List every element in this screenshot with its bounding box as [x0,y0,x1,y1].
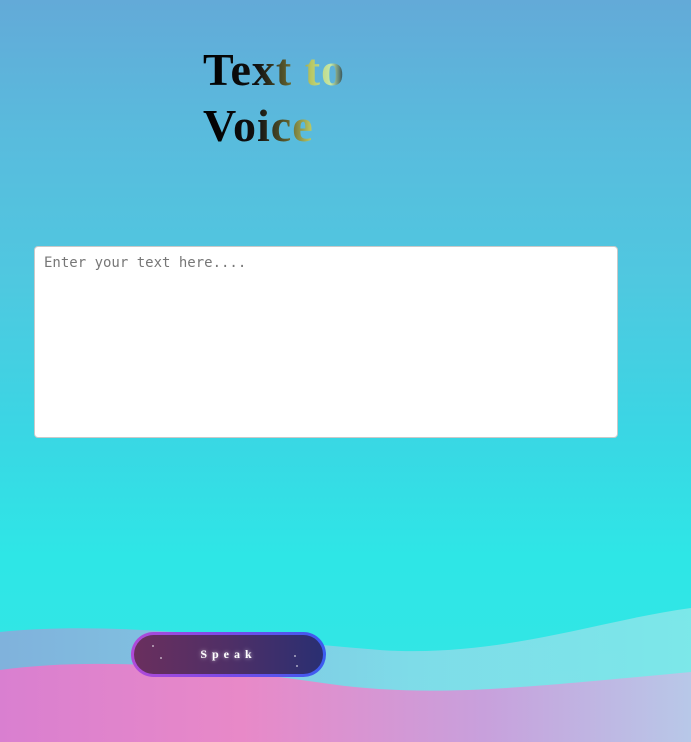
speak-button[interactable]: Speak [131,632,326,677]
page-title: Text to Voice [203,42,449,154]
title-container: Text to Voice [203,42,449,151]
text-input[interactable] [34,246,618,438]
sparkle [152,645,154,647]
sparkle [160,657,162,659]
sparkle [296,665,298,667]
sparkle [294,655,296,657]
speak-button-label: Speak [200,647,257,661]
speak-button-inner: Speak [134,635,323,674]
background-waves [0,608,691,742]
